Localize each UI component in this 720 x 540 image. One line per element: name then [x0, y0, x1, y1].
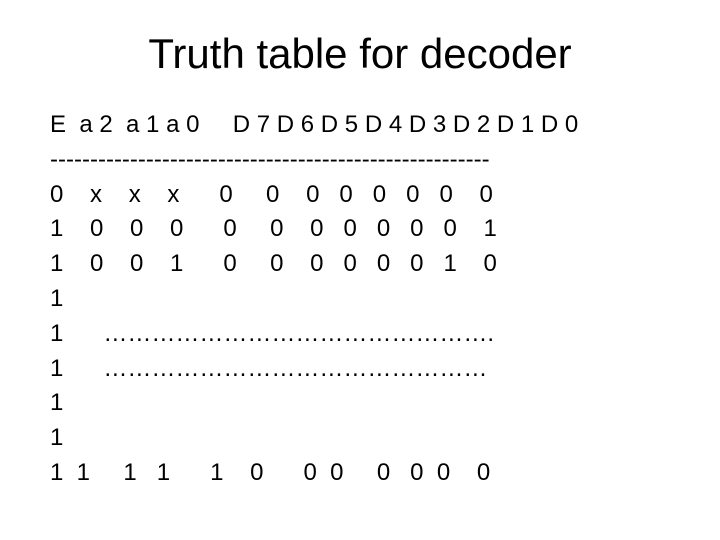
- truth-table-content: E a 2 a 1 a 0 D 7 D 6 D 5 D 4 D 3 D 2 D …: [50, 108, 670, 491]
- table-divider: ----------------------------------------…: [50, 146, 490, 173]
- slide: Truth table for decoder E a 2 a 1 a 0 D …: [0, 0, 720, 540]
- table-row: 1: [50, 389, 63, 416]
- table-row: 1 0 0 0 0 0 0 0 0 0 0 1: [50, 215, 497, 242]
- slide-title: Truth table for decoder: [50, 30, 670, 78]
- table-header: E a 2 a 1 a 0 D 7 D 6 D 5 D 4 D 3 D 2 D …: [50, 111, 578, 138]
- table-row: 1 …………………………………………: [50, 355, 487, 382]
- table-row: 1 1 1 1 1 0 0 0 0 0 0 0: [50, 459, 490, 486]
- table-row: 1: [50, 285, 63, 312]
- table-row: 1 ………………………………………….: [50, 320, 494, 347]
- table-row: 0 x x x 0 0 0 0 0 0 0 0: [50, 181, 493, 208]
- table-row: 1 0 0 1 0 0 0 0 0 0 1 0: [50, 250, 497, 277]
- table-row: 1: [50, 424, 63, 451]
